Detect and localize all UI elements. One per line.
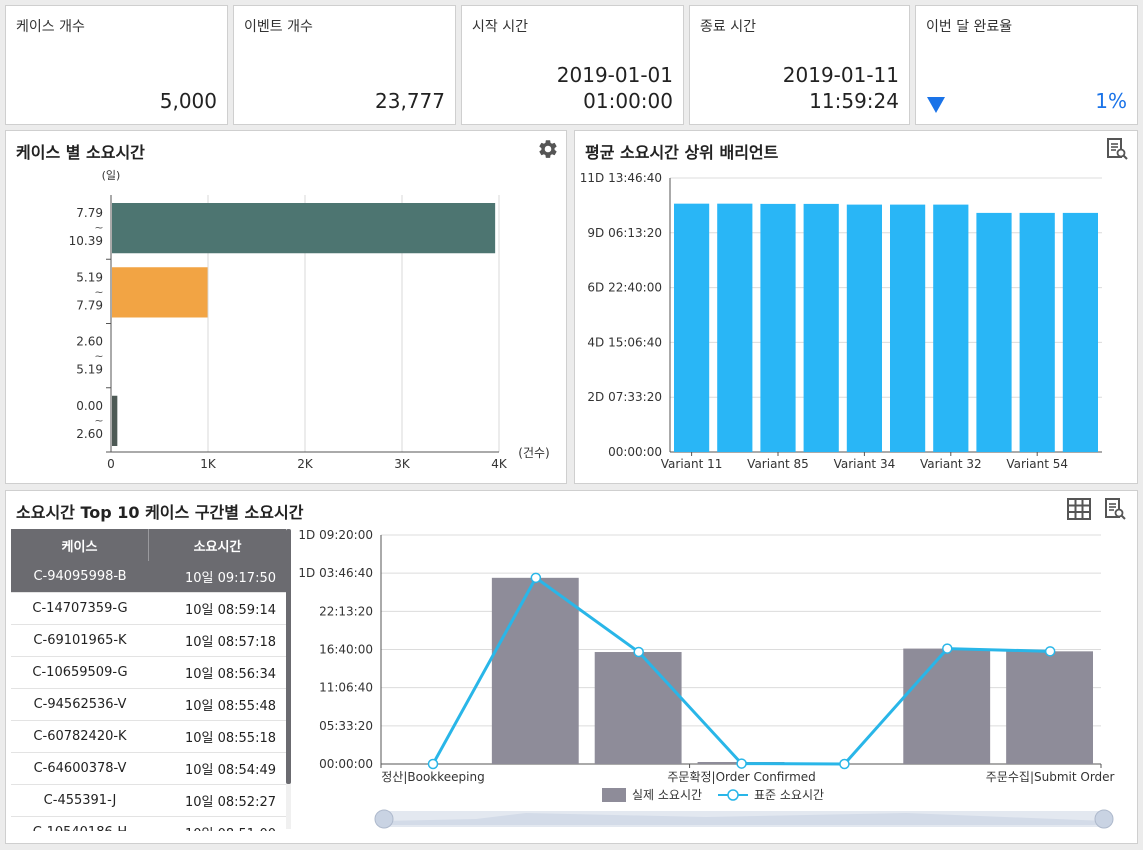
kpi-value: 5,000: [159, 89, 217, 113]
bar: [1062, 212, 1098, 452]
case-duration-panel: 케이스 별 소요시간 0 1K 2K 3K 4K (일) (건수) 7.79 ~10.39 5.1…: [5, 130, 567, 484]
y-tick-label-to: 7.79: [76, 298, 103, 312]
bar: [717, 203, 753, 452]
y-tick-label: 11:06:40: [319, 681, 373, 695]
kpi-label: 시작 시간: [472, 19, 528, 35]
bar: [803, 203, 839, 452]
bar: [112, 203, 496, 254]
x-unit-label: (건수): [518, 446, 549, 460]
kpi-value-time: 11:59:24: [809, 89, 899, 113]
variants-panel: 평균 소요시간 상위 배리언트 00:00:00 2D 07:33:20 4D 15…: [574, 130, 1138, 484]
bar: [976, 212, 1012, 452]
y-tick-label: 6D 22:40:00: [587, 281, 662, 295]
y-tick-label-tilde: ~: [94, 414, 103, 427]
line-point: [427, 758, 439, 770]
x-tick-label: 1K: [200, 457, 217, 471]
top10-panel: 소요시간 Top 10 케이스 구간별 소요시간 케이스 소요시간 C-9409…: [5, 490, 1138, 844]
bar: [594, 652, 682, 764]
zoom-handle-right: [1094, 809, 1114, 829]
y-tick-label-to: 2.60: [76, 427, 103, 441]
bar: [890, 204, 926, 452]
y-tick-label-tilde: ~: [94, 350, 103, 363]
y-tick-label-to: 5.19: [76, 363, 103, 377]
kpi-card-completion-rate: 이번 달 완료율 1%: [915, 5, 1138, 125]
x-tick-label: 3K: [394, 457, 411, 471]
y-tick-label-from: 0.00: [76, 399, 103, 413]
bar: [933, 204, 969, 452]
y-tick-label-to: 10.39: [69, 234, 103, 248]
y-tick-label-tilde: ~: [94, 285, 103, 298]
case-duration-chart: 0 1K 2K 3K 4K(일)(건수)7.79~10.395.19~7.792.60~…: [69, 168, 550, 471]
legend-label: 실제 소요시간: [632, 788, 702, 802]
y-tick-label: 22:13:20: [319, 604, 373, 618]
x-tick-label: Variant 32: [920, 457, 982, 471]
kpi-label: 케이스 개수: [16, 19, 85, 35]
kpi-value-date: 2019-01-01: [556, 63, 673, 87]
line-point: [736, 758, 747, 769]
y-unit-label: (일): [102, 168, 121, 182]
line-point: [1044, 646, 1056, 657]
x-tick-label: 0: [107, 457, 115, 471]
kpi-card-end-time: 종료 시간 2019-01-11 11:59:24: [689, 5, 910, 125]
bar: [1006, 651, 1093, 764]
y-tick-label: 05:33:20: [319, 719, 373, 733]
y-tick-label: 1D 03:46:40: [298, 566, 373, 580]
y-tick-label-from: 7.79: [76, 206, 103, 220]
legend-swatch-point: [727, 789, 739, 801]
x-tick-label: 주문확정|Order Confirmed: [667, 770, 815, 784]
y-tick-label: 16:40:00: [319, 643, 373, 657]
y-tick-label-from: 5.19: [76, 270, 103, 284]
legend-swatch-bar: [602, 788, 626, 802]
y-tick-label: 11D 13:46:40: [580, 171, 662, 185]
kpi-label: 종료 시간: [700, 19, 756, 35]
kpi-card-event-count: 이벤트 개수 23,777: [233, 5, 456, 125]
top10-segment-chart: 00:00:00 05:33:20 11:06:40 16:40:00 22:13:20…: [298, 528, 1115, 829]
kpi-value: 23,777: [375, 89, 445, 113]
x-tick-label: 2K: [297, 457, 314, 471]
y-tick-label: 9D 06:13:20: [587, 226, 662, 240]
bar: [112, 267, 208, 318]
bar: [1019, 212, 1055, 452]
y-tick-label: 00:00:00: [608, 445, 662, 459]
x-tick-label: Variant 54: [1006, 457, 1068, 471]
x-tick-label: 4K: [491, 457, 508, 471]
kpi-label: 이벤트 개수: [244, 19, 313, 35]
x-tick-label: Variant 85: [747, 457, 809, 471]
y-tick-label: 00:00:00: [319, 757, 373, 771]
legend-label: 표준 소요시간: [754, 788, 824, 802]
x-tick-label: Variant 34: [834, 457, 896, 471]
kpi-card-case-count: 케이스 개수 5,000: [5, 5, 228, 125]
bar: [760, 203, 796, 452]
bar: [112, 395, 118, 446]
x-tick-label: 정산|Bookkeeping: [381, 770, 484, 784]
bar: [491, 577, 579, 764]
y-tick-label: 4D 15:06:40: [587, 335, 662, 349]
y-tick-label: 2D 07:33:20: [587, 390, 662, 404]
kpi-card-start-time: 시작 시간 2019-01-01 01:00:00: [461, 5, 684, 125]
bar: [846, 204, 882, 452]
bar: [674, 203, 710, 452]
y-tick-label-from: 2.60: [76, 335, 103, 349]
line-point: [530, 572, 542, 584]
triangle-down-icon: [927, 97, 945, 113]
line-point: [633, 646, 644, 658]
y-tick-label: 1D 09:20:00: [298, 528, 373, 542]
kpi-value: 1%: [1095, 89, 1127, 113]
kpi-value-time: 01:00:00: [583, 89, 673, 113]
x-tick-label: Variant 11: [661, 457, 723, 471]
y-tick-label-tilde: ~: [94, 221, 103, 234]
x-tick-label: 주문수집|Submit Order: [986, 770, 1115, 784]
kpi-value-date: 2019-01-11: [782, 63, 899, 87]
bar: [903, 648, 991, 764]
zoom-handle-left: [374, 809, 394, 829]
kpi-label: 이번 달 완료율: [926, 19, 1013, 35]
line-point: [942, 643, 953, 654]
line-point: [839, 758, 850, 770]
variants-chart: 00:00:00 2D 07:33:20 4D 15:06:40 6D 22:40:0…: [580, 171, 1102, 471]
